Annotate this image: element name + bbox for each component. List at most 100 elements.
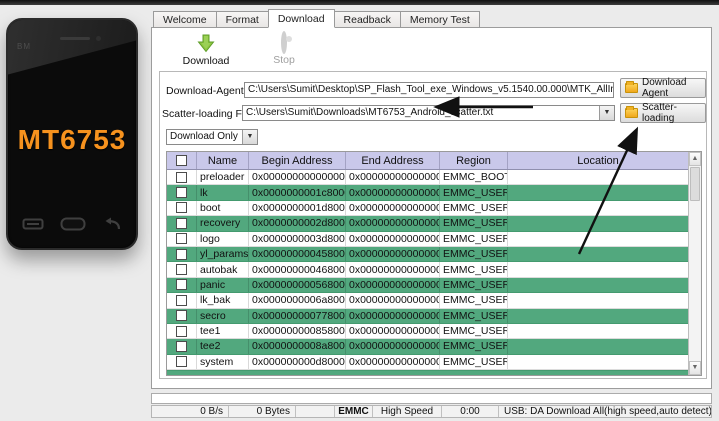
row-checkbox[interactable] <box>167 355 197 369</box>
tab-readback[interactable]: Readback <box>335 11 400 28</box>
header-begin-address[interactable]: Begin Address <box>249 152 346 169</box>
flash-tool-window: Download Stop Download-Agent C:\Users\Su… <box>151 27 712 389</box>
table-row[interactable]: lk_bak0x0000000006a800000x00000000000000… <box>167 293 688 308</box>
status-usb-speed: High Speed <box>373 406 442 417</box>
table-row[interactable]: secro0x00000000077800000x000000000000000… <box>167 309 688 324</box>
cell-location <box>508 324 688 338</box>
cell-location <box>508 247 688 261</box>
row-checkbox[interactable] <box>167 293 197 307</box>
cell-begin-address: 0x0000000004680000 <box>249 262 346 276</box>
cell-location <box>508 232 688 246</box>
select-all-checkbox[interactable] <box>167 152 197 169</box>
home-icon <box>60 217 86 231</box>
header-region[interactable]: Region <box>440 152 508 169</box>
table-row[interactable]: tee10x00000000085800000x0000000000000000… <box>167 324 688 339</box>
table-scrollbar[interactable]: ▲ ▼ <box>688 152 701 375</box>
table-row[interactable]: recovery0x0000000002d800000x000000000000… <box>167 216 688 231</box>
partition-table-header: Name Begin Address End Address Region Lo… <box>167 152 688 170</box>
cell-end-address: 0x0000000000000000 <box>346 324 440 338</box>
table-row[interactable]: lk0x0000000001c800000x0000000000000000EM… <box>167 185 688 200</box>
cell-region: EMMC_USER <box>440 262 508 276</box>
download-agent-path-field[interactable]: C:\Users\Sumit\Desktop\SP_Flash_Tool_exe… <box>244 82 614 98</box>
cell-name: secro <box>197 309 249 323</box>
menu-icon <box>22 217 44 231</box>
cell-end-address: 0x0000000000000000 <box>346 201 440 215</box>
cell-end-address: 0x0000000000000000 <box>346 232 440 246</box>
cell-region: EMMC_USER <box>440 216 508 230</box>
scatter-loading-button[interactable]: Scatter-loading <box>620 103 706 123</box>
cell-region: EMMC_USER <box>440 278 508 292</box>
table-row-partial[interactable] <box>167 370 688 375</box>
download-mode-select[interactable]: Download Only ▼ <box>166 129 258 145</box>
tab-welcome[interactable]: Welcome <box>153 11 216 28</box>
table-row[interactable]: preloader0x00000000000000000x00000000000… <box>167 170 688 185</box>
row-checkbox[interactable] <box>167 262 197 276</box>
row-checkbox[interactable] <box>167 201 197 215</box>
cell-end-address: 0x0000000000000000 <box>346 339 440 353</box>
cell-name: yl_params <box>197 247 249 261</box>
table-row[interactable]: autobak0x00000000046800000x0000000000000… <box>167 262 688 277</box>
cell-end-address: 0x0000000000000000 <box>346 309 440 323</box>
header-name[interactable]: Name <box>197 152 249 169</box>
scatter-file-combobox[interactable]: C:\Users\Sumit\Downloads\MT6753_Android_… <box>242 105 615 121</box>
row-checkbox[interactable] <box>167 185 197 199</box>
table-row[interactable]: tee20x0000000008a800000x0000000000000000… <box>167 339 688 354</box>
table-row[interactable]: panic0x00000000056800000x000000000000000… <box>167 278 688 293</box>
scroll-down-icon[interactable]: ▼ <box>689 361 701 375</box>
header-end-address[interactable]: End Address <box>346 152 440 169</box>
cell-begin-address: 0x0000000000000000 <box>249 170 346 184</box>
row-checkbox[interactable] <box>167 232 197 246</box>
tab-format[interactable]: Format <box>216 11 268 28</box>
tab-download[interactable]: Download <box>268 9 335 28</box>
cell-region: EMMC_USER <box>440 232 508 246</box>
download-button[interactable]: Download <box>174 34 238 67</box>
cell-name: lk_bak <box>197 293 249 307</box>
scroll-up-icon[interactable]: ▲ <box>689 152 701 166</box>
row-checkbox[interactable] <box>167 216 197 230</box>
table-row[interactable]: boot0x0000000001d800000x0000000000000000… <box>167 201 688 216</box>
cell-region: EMMC_USER <box>440 185 508 199</box>
row-checkbox[interactable] <box>167 324 197 338</box>
tab-memory-test[interactable]: Memory Test <box>400 11 480 28</box>
status-bar: 0 B/s 0 Bytes EMMC High Speed 0:00 USB: … <box>151 405 712 418</box>
checkbox-icon <box>176 356 187 367</box>
row-checkbox[interactable] <box>167 309 197 323</box>
scrollbar-thumb[interactable] <box>690 167 700 201</box>
progress-bar <box>151 393 712 404</box>
cell-region: EMMC_BOOT_1 <box>440 170 508 184</box>
tab-bar: Welcome Format Download Readback Memory … <box>153 9 480 28</box>
cell-begin-address: 0x0000000008580000 <box>249 324 346 338</box>
stop-button[interactable]: Stop <box>252 34 316 66</box>
chevron-down-icon[interactable]: ▼ <box>242 130 257 144</box>
cell-name: tee2 <box>197 339 249 353</box>
cell-region: EMMC_USER <box>440 339 508 353</box>
table-row[interactable]: yl_params0x00000000045800000x00000000000… <box>167 247 688 262</box>
checkbox-icon <box>176 249 187 260</box>
row-checkbox[interactable] <box>167 247 197 261</box>
status-empty-cell <box>296 406 335 417</box>
table-row[interactable]: system0x000000000d8000000x00000000000000… <box>167 355 688 370</box>
header-location[interactable]: Location <box>508 152 688 169</box>
cell-name: system <box>197 355 249 369</box>
cell-begin-address: 0x0000000007780000 <box>249 309 346 323</box>
cell-location <box>508 201 688 215</box>
scatter-loading-label: Scatter-loading <box>642 102 701 124</box>
row-checkbox[interactable] <box>167 339 197 353</box>
chevron-down-icon[interactable]: ▼ <box>599 106 614 120</box>
cell-begin-address: 0x0000000008a80000 <box>249 339 346 353</box>
checkbox-icon <box>176 155 187 166</box>
table-row[interactable]: logo0x0000000003d800000x0000000000000000… <box>167 232 688 247</box>
cell-region: EMMC_USER <box>440 201 508 215</box>
row-checkbox[interactable] <box>167 278 197 292</box>
cell-begin-address: 0x0000000002d80000 <box>249 216 346 230</box>
download-agent-browse-button[interactable]: Download Agent <box>620 78 706 98</box>
cell-begin-address: 0x0000000004580000 <box>249 247 346 261</box>
cell-end-address: 0x0000000000000000 <box>346 262 440 276</box>
row-checkbox[interactable] <box>167 170 197 184</box>
cell-location <box>508 355 688 369</box>
checkbox-icon <box>176 310 187 321</box>
checkbox-icon <box>176 172 187 183</box>
checkbox-icon <box>176 264 187 275</box>
checkbox-icon <box>176 341 187 352</box>
checkbox-icon <box>176 202 187 213</box>
